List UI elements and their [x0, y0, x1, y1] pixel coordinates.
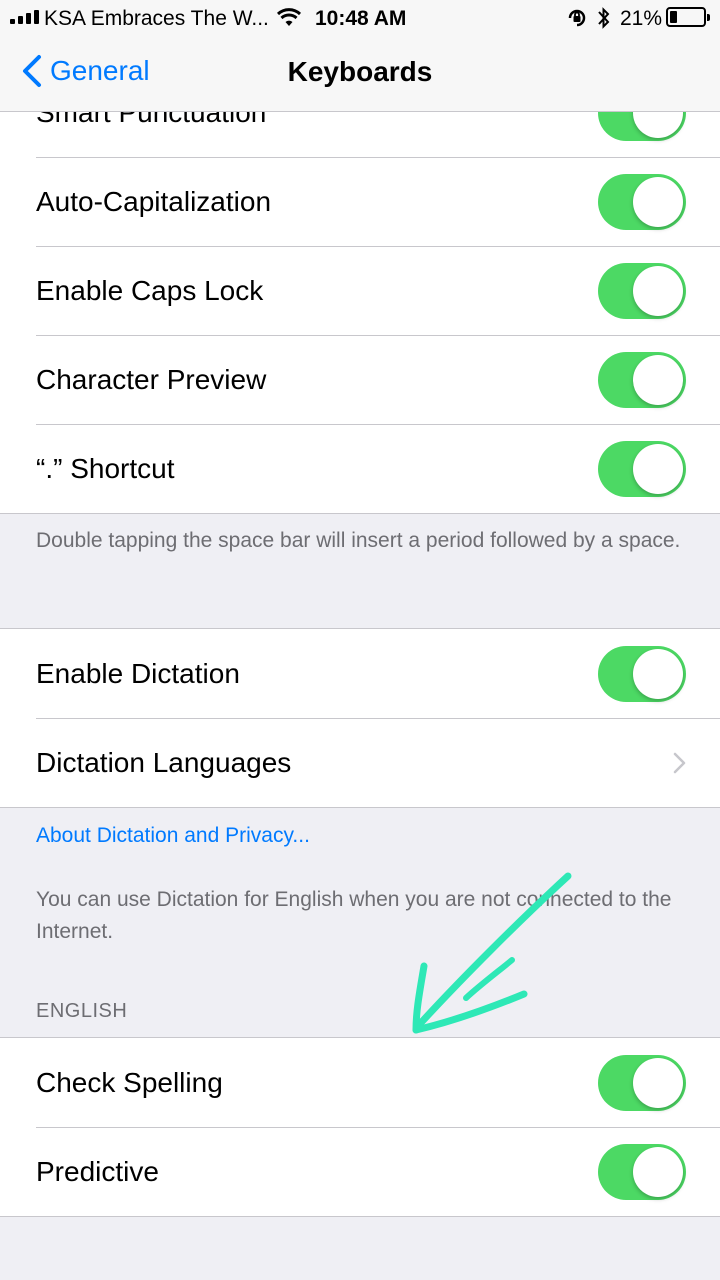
row-label: Check Spelling	[36, 1066, 223, 1098]
battery-percent: 21%	[620, 7, 663, 30]
bluetooth-icon	[598, 7, 610, 29]
battery-icon	[666, 7, 710, 27]
orientation-lock-icon	[568, 9, 586, 27]
settings-list[interactable]: Smart Punctuation Auto-Capitalization En…	[0, 112, 720, 1280]
keyboard-options-group: Smart Punctuation Auto-Capitalization En…	[0, 112, 720, 514]
row-predictive: Predictive	[0, 1127, 720, 1216]
row-auto-capitalization: Auto-Capitalization	[0, 157, 720, 246]
row-enable-dictation: Enable Dictation	[0, 629, 720, 718]
row-label: “.” Shortcut	[36, 452, 175, 484]
enable-caps-lock-toggle[interactable]	[598, 262, 686, 319]
row-label: Enable Dictation	[36, 657, 240, 689]
english-group: Check Spelling Predictive	[0, 1037, 720, 1217]
row-label: Auto-Capitalization	[36, 185, 272, 217]
row-label: Smart Punctuation	[36, 112, 267, 128]
smart-punctuation-toggle[interactable]	[598, 112, 686, 141]
row-label: Predictive	[36, 1155, 159, 1187]
signal-icon	[10, 10, 39, 24]
chevron-right-icon	[673, 752, 686, 773]
row-label: Dictation Languages	[36, 746, 292, 778]
page-title: Keyboards	[287, 56, 433, 87]
dictation-group: Enable Dictation Dictation Languages	[0, 628, 720, 808]
row-label: Enable Caps Lock	[36, 274, 264, 306]
battery-level	[670, 11, 677, 23]
check-spelling-toggle[interactable]	[598, 1054, 686, 1111]
row-smart-punctuation: Smart Punctuation	[0, 112, 720, 157]
navigation-bar: General Keyboards	[0, 38, 720, 112]
dictation-footer: You can use Dictation for English when y…	[36, 888, 672, 943]
row-label: Character Preview	[36, 363, 267, 395]
status-time: 10:48 AM	[315, 7, 407, 30]
auto-capitalization-toggle[interactable]	[598, 173, 686, 230]
enable-dictation-toggle[interactable]	[598, 645, 686, 702]
carrier-name: KSA Embraces The W...	[44, 7, 269, 30]
row-dictation-languages[interactable]: Dictation Languages	[0, 718, 720, 807]
period-shortcut-footer: Double tapping the space bar will insert…	[36, 529, 681, 552]
row-character-preview: Character Preview	[0, 335, 720, 424]
status-bar: KSA Embraces The W... 10:48 AM 21%	[0, 0, 720, 38]
period-shortcut-toggle[interactable]	[598, 440, 686, 497]
about-dictation-privacy-link[interactable]: About Dictation and Privacy...	[36, 824, 310, 848]
row-enable-caps-lock: Enable Caps Lock	[0, 246, 720, 335]
row-period-shortcut: “.” Shortcut	[0, 424, 720, 513]
character-preview-toggle[interactable]	[598, 351, 686, 408]
predictive-toggle[interactable]	[598, 1143, 686, 1200]
row-check-spelling: Check Spelling	[0, 1038, 720, 1127]
section-header-english: ENGLISH	[36, 1000, 128, 1022]
wifi-icon	[276, 8, 302, 26]
